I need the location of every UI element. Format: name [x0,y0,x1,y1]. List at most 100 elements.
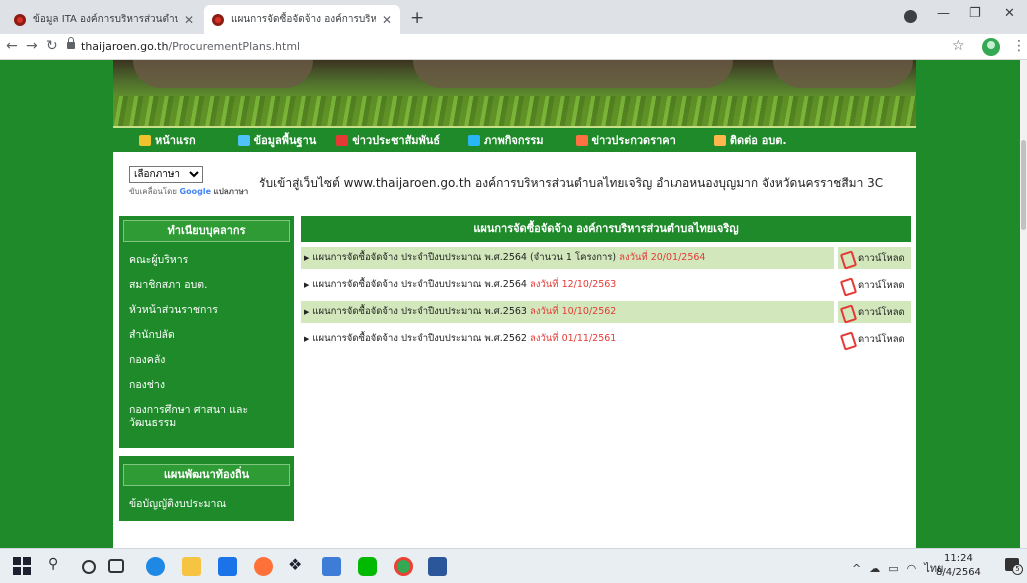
pdf-icon [840,332,853,347]
nav-gallery[interactable]: ภาพกิจกรรม [468,131,544,149]
pdf-icon [840,251,853,266]
translate-powered-by: ขับเคลื่อนโดย Google แปลภาษา [129,187,249,196]
bullet-triangle-icon: ▶ [304,335,310,343]
sidebar-item-budget-ordinance[interactable]: ข้อบัญญัติงบประมาณ [123,492,290,517]
dropbox-icon[interactable]: ❖ [288,555,302,574]
download-link[interactable]: ดาวน์โหลด [838,328,905,350]
nav-news[interactable]: ข่าวประชาสัมพันธ์ [336,131,440,149]
sidebar: ทำเนียบบุคลากร คณะผู้บริหาร สมาชิกสภา อบ… [119,216,294,521]
browser-tab-ita[interactable]: ข้อมูล ITA องค์การบริหารส่วนตำบลไทยเจริญ… [6,5,202,34]
chrome-icon[interactable] [394,557,413,576]
windows-taskbar: ⚲ ❖ ^ ☁ ▭ ◠ ไทย 11:24 8/4/2564 5 [0,548,1027,583]
cortana-icon[interactable] [82,560,96,574]
extension-icon[interactable] [904,10,917,23]
plan-link[interactable]: ▶ แผนการจัดซื้อจัดจ้าง ประจำปีงบประมาณ พ.… [301,274,834,296]
new-tab-button[interactable]: + [410,8,424,28]
browser-menu-icon[interactable]: ⋮ [1012,38,1026,54]
chevron-up-icon[interactable]: ^ [852,562,861,575]
download-link[interactable]: ดาวน์โหลด [838,274,905,296]
google-translate-widget: เลือกภาษา ขับเคลื่อนโดย Google แปลภาษา [129,162,248,198]
lock-icon[interactable] [67,37,75,49]
line-app-icon[interactable] [358,557,377,576]
tab-title: ข้อมูล ITA องค์การบริหารส่วนตำบลไทยเจริญ [33,14,178,25]
sidebar-item-department-heads[interactable]: หัวหน้าส่วนราชการ [123,298,290,323]
header-banner-image [113,60,916,126]
cloud-icon[interactable]: ☁ [869,562,880,575]
list-item: ▶ แผนการจัดซื้อจัดจ้าง ประจำปีงบประมาณ พ.… [301,327,911,351]
search-icon[interactable]: ⚲ [48,556,67,575]
sidebar-item-council[interactable]: สมาชิกสภา อบต. [123,273,290,298]
pdf-icon [840,305,853,320]
nav-contact[interactable]: ติดต่อ อบต. [713,131,787,149]
pen-icon [575,134,588,146]
notification-icon[interactable]: 5 [1005,558,1023,575]
system-tray: ^ ☁ ▭ ◠ ไทย [852,559,943,577]
plan-link[interactable]: ▶ แผนการจัดซื้อจัดจ้าง ประจำปีงบประมาณ พ.… [301,301,834,323]
plan-link[interactable]: ▶ แผนการจัดซื้อจัดจ้าง ประจำปีงบประมาณ พ.… [301,328,834,350]
site-favicon-icon [14,13,26,26]
pdf-icon [840,278,853,293]
list-item: ▶ แผนการจัดซื้อจัดจ้าง ประจำปีงบประมาณ พ.… [301,273,911,297]
gallery-icon [468,134,481,146]
site-favicon-icon [212,13,224,26]
nav-home[interactable]: หน้าแรก [139,131,196,149]
plan-link[interactable]: ▶ แผนการจัดซื้อจัดจ้าง ประจำปีงบประมาณ พ.… [301,247,834,269]
home-icon [139,134,151,146]
sidebar-heading-personnel: ทำเนียบบุคลากร [123,220,290,242]
nav-bidding-news[interactable]: ข่าวประกวดราคา [575,131,676,149]
close-tab-icon[interactable]: ✕ [382,13,392,27]
language-select[interactable]: เลือกภาษา [129,166,203,183]
news-icon [336,134,349,146]
file-explorer-icon[interactable] [182,557,201,576]
sidebar-plan-box: แผนพัฒนาท้องถิ่น ข้อบัญญัติงบประมาณ [119,456,294,521]
sidebar-item-executives[interactable]: คณะผู้บริหาร [123,248,290,273]
reload-icon[interactable]: ↻ [46,38,58,54]
app-icon[interactable] [322,557,341,576]
bullet-triangle-icon: ▶ [304,308,310,316]
wifi-icon[interactable]: ◠ [907,562,917,575]
firefox-icon[interactable] [254,557,273,576]
sidebar-item-finance[interactable]: กองคลัง [123,348,290,373]
sidebar-item-engineering[interactable]: กองช่าง [123,373,290,398]
task-view-icon[interactable] [108,559,124,573]
translate-link[interactable]: แปลภาษา [214,187,249,196]
close-tab-icon[interactable]: ✕ [184,13,194,27]
download-link[interactable]: ดาวน์โหลด [838,247,911,269]
profile-avatar[interactable] [982,38,1000,56]
restore-icon[interactable]: ❐ [969,6,981,21]
back-icon[interactable]: ← [6,38,18,54]
list-item: ▶ แผนการจัดซื้อจัดจ้าง ประจำปีงบประมาณ พ.… [301,300,911,324]
battery-icon[interactable]: ▭ [888,562,898,575]
minimize-icon[interactable]: — [937,6,950,21]
system-clock[interactable]: 11:24 8/4/2564 [936,552,981,580]
scrollbar-thumb[interactable] [1021,140,1026,230]
mail-icon[interactable] [218,557,237,576]
forward-icon[interactable]: → [26,38,38,54]
section-title: แผนการจัดซื้อจัดจ้าง องค์การบริหารส่วนตำ… [301,216,911,242]
web-page: หน้าแรก ข้อมูลพื้นฐาน ข่าวประชาสัมพันธ์ … [0,60,1020,548]
sidebar-heading-local-plan: แผนพัฒนาท้องถิ่น [123,464,290,486]
document-icon [237,134,250,146]
sidebar-item-clerk-office[interactable]: สำนักปลัด [123,323,290,348]
sidebar-personnel-box: ทำเนียบบุคลากร คณะผู้บริหาร สมาชิกสภา อบ… [119,216,294,448]
browser-tab-strip: ข้อมูล ITA องค์การบริหารส่วนตำบลไทยเจริญ… [0,0,1027,34]
nav-basic-info[interactable]: ข้อมูลพื้นฐาน [237,131,316,149]
bullet-triangle-icon: ▶ [304,281,310,289]
page-scrollbar[interactable] [1020,60,1027,548]
browser-tab-procurement[interactable]: แผนการจัดซื้อจัดจ้าง องค์การบริหารส่วนตำ… [204,5,400,34]
close-window-icon[interactable]: ✕ [1004,6,1015,21]
start-windows-icon[interactable] [13,557,32,576]
edge-browser-icon[interactable] [146,557,165,576]
url-field[interactable]: thaijaroen.go.th/ProcurementPlans.html [81,40,300,53]
procurement-plan-list: แผนการจัดซื้อจัดจ้าง องค์การบริหารส่วนตำ… [301,216,911,351]
list-item: ▶ แผนการจัดซื้อจัดจ้าง ประจำปีงบประมาณ พ.… [301,246,911,270]
main-nav: หน้าแรก ข้อมูลพื้นฐาน ข่าวประชาสัมพันธ์ … [113,126,916,152]
address-bar: ← → ↻ thaijaroen.go.th/ProcurementPlans.… [0,34,1027,60]
bookmark-star-icon[interactable]: ☆ [952,38,965,54]
download-link[interactable]: ดาวน์โหลด [838,301,911,323]
sidebar-item-education[interactable]: กองการศึกษา ศาสนา และวัฒนธรรม [123,398,258,436]
word-icon[interactable] [428,557,447,576]
google-link[interactable]: Google [180,187,211,196]
bullet-triangle-icon: ▶ [304,254,310,262]
phone-icon [713,134,726,146]
